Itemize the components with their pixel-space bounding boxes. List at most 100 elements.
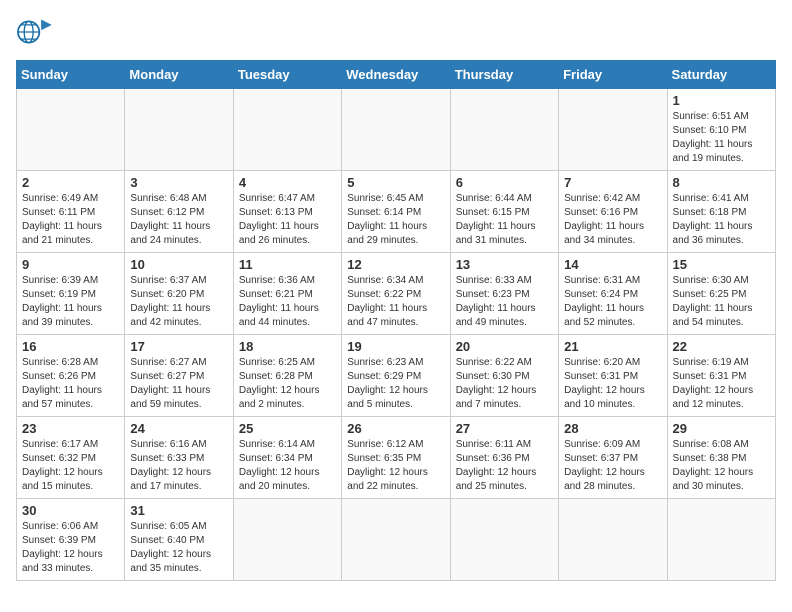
calendar-cell: 8 Sunrise: 6:41 AM Sunset: 6:18 PM Daylig…: [667, 171, 775, 253]
day-number: 23: [22, 421, 119, 436]
day-header-sunday: Sunday: [17, 61, 125, 89]
day-header-tuesday: Tuesday: [233, 61, 341, 89]
calendar-cell: [342, 89, 450, 171]
day-info: Sunrise: 6:22 AM Sunset: 6:30 PM Dayligh…: [456, 356, 553, 412]
calendar-cell: 27 Sunrise: 6:11 AM Sunset: 6:36 PM Dayli…: [450, 417, 558, 499]
calendar-cell: 24Sunrise: 6:16 AM Sunset: 6:33 PM Dayli…: [125, 417, 233, 499]
day-header-thursday: Thursday: [450, 61, 558, 89]
day-number: 25: [239, 421, 336, 436]
calendar-cell: [559, 89, 667, 171]
calendar-cell: 5Sunrise: 6:45 AM Sunset: 6:14 PM Daylig…: [342, 171, 450, 253]
calendar-cell: 13 Sunrise: 6:33 AM Sunset: 6:23 PM Dayli…: [450, 253, 558, 335]
week-row-5: 23 Sunrise: 6:17 AM Sunset: 6:32 PM Dayli…: [17, 417, 776, 499]
calendar-cell: 10Sunrise: 6:37 AM Sunset: 6:20 PM Dayli…: [125, 253, 233, 335]
day-info: Sunrise: 6:30 AM Sunset: 6:25 PM Dayligh…: [673, 274, 770, 330]
week-row-6: 30 Sunrise: 6:06 AM Sunset: 6:39 PM Dayli…: [17, 499, 776, 581]
day-number: 15: [673, 257, 770, 272]
calendar-cell: 7 Sunrise: 6:42 AM Sunset: 6:16 PM Daylig…: [559, 171, 667, 253]
calendar-cell: 26Sunrise: 6:12 AM Sunset: 6:35 PM Dayli…: [342, 417, 450, 499]
calendar-cell: 17 Sunrise: 6:27 AM Sunset: 6:27 PM Dayli…: [125, 335, 233, 417]
calendar-cell: 11Sunrise: 6:36 AM Sunset: 6:21 PM Dayli…: [233, 253, 341, 335]
calendar-cell: 6Sunrise: 6:44 AM Sunset: 6:15 PM Daylig…: [450, 171, 558, 253]
calendar-cell: 22 Sunrise: 6:19 AM Sunset: 6:31 PM Dayli…: [667, 335, 775, 417]
day-info: Sunrise: 6:37 AM Sunset: 6:20 PM Dayligh…: [130, 274, 227, 330]
calendar-cell: 28 Sunrise: 6:09 AM Sunset: 6:37 PM Dayli…: [559, 417, 667, 499]
day-number: 19: [347, 339, 444, 354]
day-header-friday: Friday: [559, 61, 667, 89]
day-info: Sunrise: 6:51 AM Sunset: 6:10 PM Dayligh…: [673, 110, 770, 166]
day-number: 27: [456, 421, 553, 436]
calendar-cell: 29Sunrise: 6:08 AM Sunset: 6:38 PM Dayli…: [667, 417, 775, 499]
day-number: 20: [456, 339, 553, 354]
day-info: Sunrise: 6:34 AM Sunset: 6:22 PM Dayligh…: [347, 274, 444, 330]
day-info: Sunrise: 6:49 AM Sunset: 6:11 PM Dayligh…: [22, 192, 119, 248]
day-number: 9: [22, 257, 119, 272]
calendar-cell: [667, 499, 775, 581]
day-info: Sunrise: 6:17 AM Sunset: 6:32 PM Dayligh…: [22, 438, 119, 494]
day-info: Sunrise: 6:19 AM Sunset: 6:31 PM Dayligh…: [673, 356, 770, 412]
day-info: Sunrise: 6:42 AM Sunset: 6:16 PM Dayligh…: [564, 192, 661, 248]
calendar-cell: 19Sunrise: 6:23 AM Sunset: 6:29 PM Dayli…: [342, 335, 450, 417]
day-number: 28: [564, 421, 661, 436]
day-info: Sunrise: 6:09 AM Sunset: 6:37 PM Dayligh…: [564, 438, 661, 494]
day-info: Sunrise: 6:25 AM Sunset: 6:28 PM Dayligh…: [239, 356, 336, 412]
calendar-cell: [342, 499, 450, 581]
week-row-1: 1 Sunrise: 6:51 AM Sunset: 6:10 PM Daylig…: [17, 89, 776, 171]
calendar-cell: 3 Sunrise: 6:48 AM Sunset: 6:12 PM Daylig…: [125, 171, 233, 253]
calendar: SundayMondayTuesdayWednesdayThursdayFrid…: [16, 60, 776, 581]
calendar-cell: 4 Sunrise: 6:47 AM Sunset: 6:13 PM Daylig…: [233, 171, 341, 253]
calendar-cell: 21Sunrise: 6:20 AM Sunset: 6:31 PM Dayli…: [559, 335, 667, 417]
calendar-cell: 15 Sunrise: 6:30 AM Sunset: 6:25 PM Dayli…: [667, 253, 775, 335]
day-info: Sunrise: 6:36 AM Sunset: 6:21 PM Dayligh…: [239, 274, 336, 330]
day-number: 26: [347, 421, 444, 436]
calendar-cell: [125, 89, 233, 171]
day-number: 22: [673, 339, 770, 354]
day-info: Sunrise: 6:06 AM Sunset: 6:39 PM Dayligh…: [22, 520, 119, 576]
calendar-cell: 9 Sunrise: 6:39 AM Sunset: 6:19 PM Daylig…: [17, 253, 125, 335]
day-info: Sunrise: 6:48 AM Sunset: 6:12 PM Dayligh…: [130, 192, 227, 248]
logo-icon: [16, 16, 52, 48]
calendar-cell: 18 Sunrise: 6:25 AM Sunset: 6:28 PM Dayli…: [233, 335, 341, 417]
calendar-cell: [233, 499, 341, 581]
calendar-cell: [559, 499, 667, 581]
day-info: Sunrise: 6:41 AM Sunset: 6:18 PM Dayligh…: [673, 192, 770, 248]
day-number: 4: [239, 175, 336, 190]
day-number: 24: [130, 421, 227, 436]
calendar-cell: 23 Sunrise: 6:17 AM Sunset: 6:32 PM Dayli…: [17, 417, 125, 499]
calendar-cell: [450, 499, 558, 581]
day-number: 14: [564, 257, 661, 272]
day-info: Sunrise: 6:27 AM Sunset: 6:27 PM Dayligh…: [130, 356, 227, 412]
calendar-cell: 16 Sunrise: 6:28 AM Sunset: 6:26 PM Dayli…: [17, 335, 125, 417]
logo: [16, 16, 58, 48]
day-info: Sunrise: 6:47 AM Sunset: 6:13 PM Dayligh…: [239, 192, 336, 248]
day-number: 17: [130, 339, 227, 354]
day-info: Sunrise: 6:08 AM Sunset: 6:38 PM Dayligh…: [673, 438, 770, 494]
day-info: Sunrise: 6:33 AM Sunset: 6:23 PM Dayligh…: [456, 274, 553, 330]
day-info: Sunrise: 6:44 AM Sunset: 6:15 PM Dayligh…: [456, 192, 553, 248]
day-info: Sunrise: 6:05 AM Sunset: 6:40 PM Dayligh…: [130, 520, 227, 576]
calendar-cell: [450, 89, 558, 171]
day-info: Sunrise: 6:39 AM Sunset: 6:19 PM Dayligh…: [22, 274, 119, 330]
day-number: 7: [564, 175, 661, 190]
day-number: 18: [239, 339, 336, 354]
day-number: 31: [130, 503, 227, 518]
calendar-cell: [17, 89, 125, 171]
day-number: 12: [347, 257, 444, 272]
day-info: Sunrise: 6:45 AM Sunset: 6:14 PM Dayligh…: [347, 192, 444, 248]
calendar-cell: 30 Sunrise: 6:06 AM Sunset: 6:39 PM Dayli…: [17, 499, 125, 581]
day-number: 1: [673, 93, 770, 108]
day-number: 30: [22, 503, 119, 518]
calendar-cell: 20 Sunrise: 6:22 AM Sunset: 6:30 PM Dayli…: [450, 335, 558, 417]
day-info: Sunrise: 6:14 AM Sunset: 6:34 PM Dayligh…: [239, 438, 336, 494]
week-row-2: 2 Sunrise: 6:49 AM Sunset: 6:11 PM Daylig…: [17, 171, 776, 253]
day-number: 8: [673, 175, 770, 190]
day-number: 2: [22, 175, 119, 190]
day-number: 3: [130, 175, 227, 190]
day-info: Sunrise: 6:11 AM Sunset: 6:36 PM Dayligh…: [456, 438, 553, 494]
week-row-3: 9 Sunrise: 6:39 AM Sunset: 6:19 PM Daylig…: [17, 253, 776, 335]
calendar-cell: 14Sunrise: 6:31 AM Sunset: 6:24 PM Dayli…: [559, 253, 667, 335]
day-number: 21: [564, 339, 661, 354]
day-info: Sunrise: 6:28 AM Sunset: 6:26 PM Dayligh…: [22, 356, 119, 412]
day-number: 13: [456, 257, 553, 272]
day-number: 16: [22, 339, 119, 354]
